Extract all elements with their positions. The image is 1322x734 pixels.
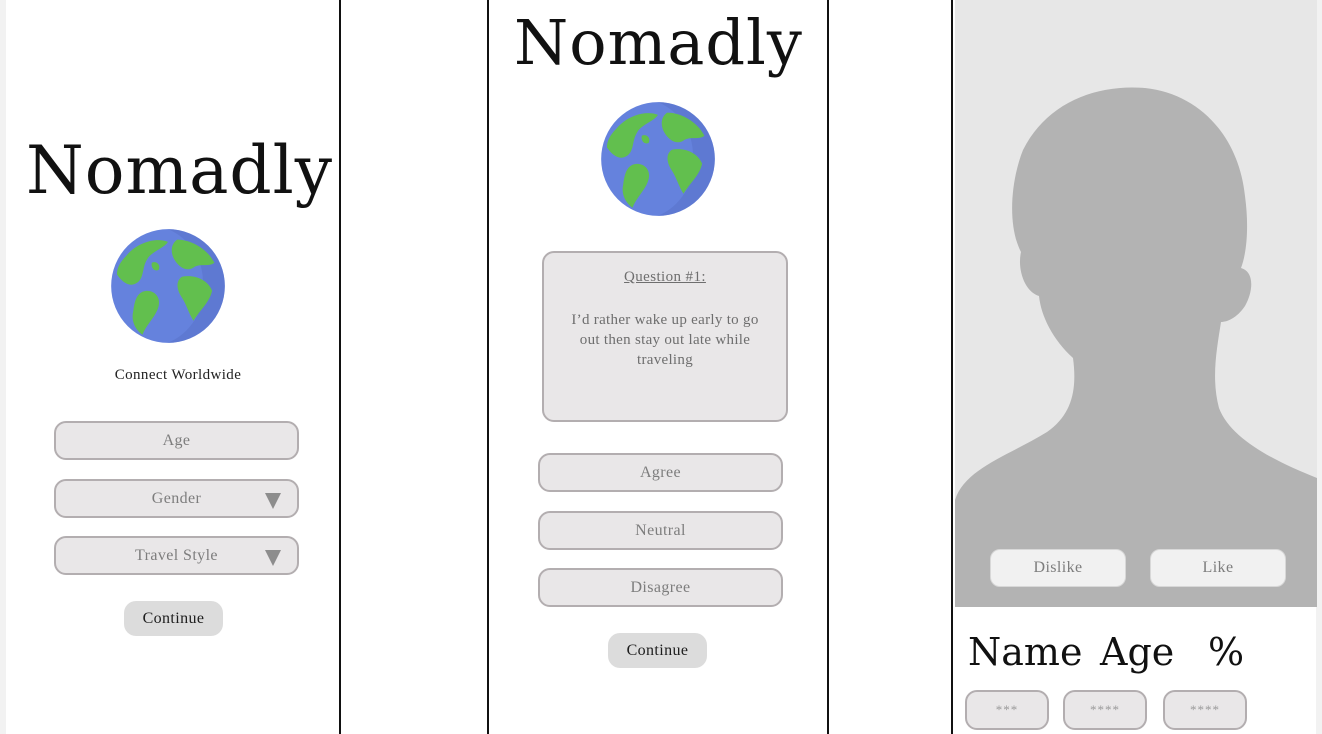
divider-line: [487, 0, 489, 734]
divider-line: [951, 0, 953, 734]
tagline: Connect Worldwide: [114, 367, 242, 383]
divider-line: [339, 0, 341, 734]
dislike-button[interactable]: Dislike: [990, 549, 1126, 587]
question-title: Question #1:: [624, 269, 706, 285]
continue-button[interactable]: Continue: [124, 601, 223, 636]
disagree-option[interactable]: Disagree: [538, 568, 783, 607]
continue-button[interactable]: Continue: [608, 633, 707, 668]
profile-stats: Name Age %: [968, 630, 1268, 680]
gender-placeholder: Gender: [151, 489, 202, 507]
profile-silhouette: [955, 87, 1317, 607]
interest-tag[interactable]: ****: [1063, 690, 1147, 730]
travel-style-select[interactable]: Travel Style: [54, 536, 299, 575]
profile-name: Name: [968, 630, 1083, 674]
match-percent: %: [1208, 630, 1245, 674]
globe-icon: [111, 229, 225, 343]
interest-tag[interactable]: ***: [965, 690, 1049, 730]
app-logo: Nomadly: [26, 132, 334, 209]
dropdown-caret-icon: [265, 492, 281, 509]
like-button[interactable]: Like: [1150, 549, 1286, 587]
gender-select[interactable]: Gender: [54, 479, 299, 518]
app-logo: Nomadly: [514, 6, 803, 79]
divider-line: [827, 0, 829, 734]
dropdown-caret-icon: [265, 549, 281, 566]
interest-tag[interactable]: ****: [1163, 690, 1247, 730]
profile-age: Age: [1100, 630, 1175, 674]
profile-photo: [955, 0, 1317, 607]
left-edge-strip: [0, 0, 6, 734]
travel-style-placeholder: Travel Style: [135, 546, 218, 564]
age-placeholder: Age: [162, 431, 191, 449]
neutral-option[interactable]: Neutral: [538, 511, 783, 550]
question-text: I’d rather wake up early to go out then …: [571, 312, 759, 368]
age-input[interactable]: Age: [54, 421, 299, 460]
question-card: Question #1: I’d rather wake up early to…: [542, 251, 788, 422]
globe-icon: [601, 102, 715, 216]
agree-option[interactable]: Agree: [538, 453, 783, 492]
